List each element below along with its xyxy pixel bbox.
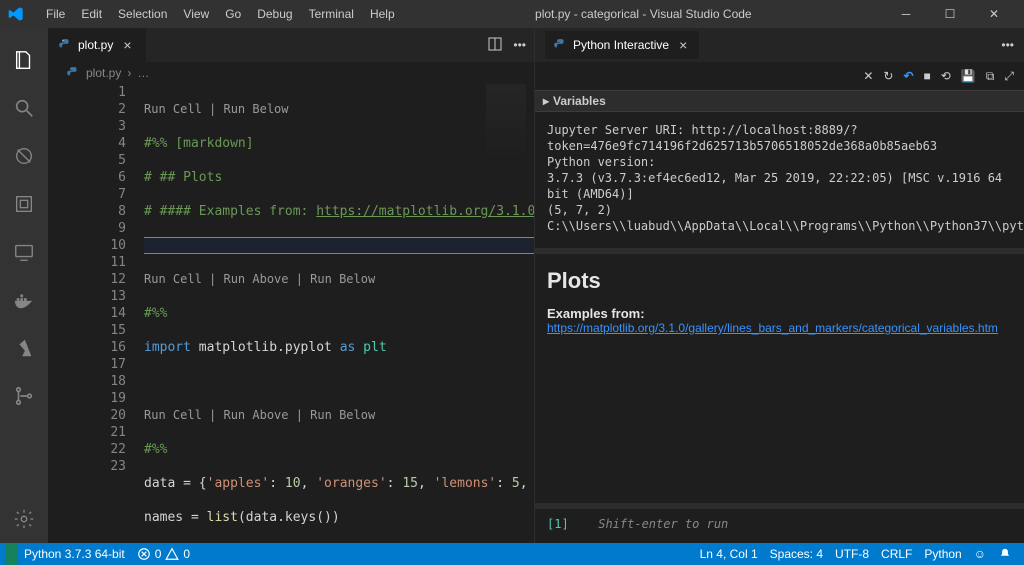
status-problems[interactable]: 0 0 [131, 547, 196, 561]
menu-edit[interactable]: Edit [73, 3, 110, 25]
interactive-panel: Python Interactive × ••• ✕ ↻ ↶ ■ ⟲ 💾 ⧉ ⤢… [534, 28, 1024, 543]
code-content[interactable]: Run Cell | Run Below #%% [markdown] # ##… [144, 84, 534, 543]
cancel-icon[interactable]: ✕ [863, 69, 873, 83]
minimize-button[interactable]: ─ [884, 0, 928, 28]
menu-selection[interactable]: Selection [110, 3, 175, 25]
status-bar: Python 3.7.3 64-bit 0 0 Ln 4, Col 1 Spac… [0, 543, 1024, 565]
close-button[interactable]: ✕ [972, 0, 1016, 28]
remote-icon[interactable] [0, 228, 48, 276]
menu-help[interactable]: Help [362, 3, 403, 25]
window-title: plot.py - categorical - Visual Studio Co… [407, 7, 880, 21]
tab-close-icon[interactable]: × [119, 37, 135, 53]
tab-python-interactive[interactable]: Python Interactive × [545, 31, 699, 59]
maximize-button[interactable]: ☐ [928, 0, 972, 28]
menu-view[interactable]: View [175, 3, 217, 25]
remote-indicator[interactable] [6, 543, 18, 565]
bell-icon[interactable] [992, 547, 1018, 561]
minimap[interactable] [486, 84, 526, 164]
status-indent[interactable]: Spaces: 4 [764, 547, 829, 561]
settings-icon[interactable] [0, 495, 48, 543]
more-icon[interactable]: ••• [1001, 38, 1014, 52]
restart-icon[interactable]: ⟲ [941, 69, 951, 83]
debug-icon[interactable] [0, 132, 48, 180]
gutter: 1 2 3 4 5 6 7 8 9 10 11 12 13 14 15 16 1… [48, 84, 144, 543]
split-editor-icon[interactable] [487, 36, 503, 55]
python-file-icon [58, 38, 72, 52]
examples-link[interactable]: https://matplotlib.org/3.1.0/gallery/lin… [547, 321, 998, 335]
more-icon[interactable]: ••• [513, 38, 526, 52]
python-file-icon [553, 38, 567, 52]
redo-icon[interactable]: ↻ [883, 69, 893, 83]
feedback-icon[interactable]: ☺ [968, 547, 992, 561]
server-info: Jupyter Server URI: http://localhost:888… [535, 112, 1024, 254]
current-line [144, 237, 534, 254]
source-control-icon[interactable] [0, 372, 48, 420]
activity-bar [0, 28, 48, 543]
tab-label: plot.py [78, 38, 113, 52]
expand-icon[interactable]: ⤢ [1004, 69, 1014, 84]
menu-go[interactable]: Go [217, 3, 249, 25]
tab-plot-py[interactable]: plot.py × [48, 28, 146, 62]
undo-icon[interactable]: ↶ [903, 69, 913, 83]
python-file-icon [66, 66, 80, 80]
status-eol[interactable]: CRLF [875, 547, 918, 561]
vscode-logo-icon [8, 6, 24, 22]
menubar: File Edit Selection View Go Debug Termin… [38, 3, 403, 25]
status-python[interactable]: Python 3.7.3 64-bit [18, 547, 131, 561]
editor-tabs: plot.py × ••• [48, 28, 534, 62]
tab-close-icon[interactable]: × [675, 37, 691, 53]
input-prompt[interactable]: [1] Shift-enter to run [535, 509, 1024, 543]
save-icon[interactable]: 💾 [961, 69, 976, 83]
copy-icon[interactable]: ⧉ [986, 69, 995, 84]
code-editor[interactable]: 1 2 3 4 5 6 7 8 9 10 11 12 13 14 15 16 1… [48, 84, 534, 543]
docker-icon[interactable] [0, 276, 48, 324]
stop-icon[interactable]: ■ [924, 69, 931, 83]
results: Plots Examples from: https://matplotlib.… [535, 254, 1024, 503]
azure-icon[interactable] [0, 324, 48, 372]
status-cursor[interactable]: Ln 4, Col 1 [694, 547, 764, 561]
status-lang[interactable]: Python [918, 547, 967, 561]
menu-file[interactable]: File [38, 3, 73, 25]
test-icon[interactable] [0, 180, 48, 228]
variables-section[interactable]: ▸ Variables [535, 90, 1024, 112]
titlebar: File Edit Selection View Go Debug Termin… [0, 0, 1024, 28]
breadcrumbs[interactable]: plot.py › … [48, 62, 534, 84]
editor: plot.py × ••• plot.py › … 1 2 3 4 5 6 7 … [48, 28, 534, 543]
search-icon[interactable] [0, 84, 48, 132]
files-icon[interactable] [0, 36, 48, 84]
menu-terminal[interactable]: Terminal [301, 3, 362, 25]
menu-debug[interactable]: Debug [249, 3, 300, 25]
plots-heading: Plots [547, 268, 1012, 294]
status-encoding[interactable]: UTF-8 [829, 547, 875, 561]
